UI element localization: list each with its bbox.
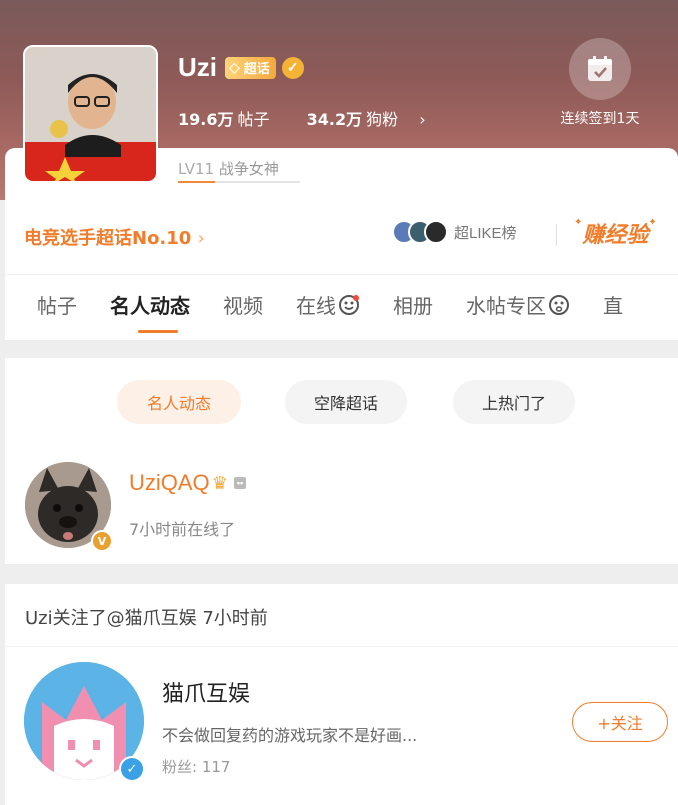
topic-stats: 19.6万 帖子 34.2万 狗粉 ›	[178, 106, 458, 130]
level-code: LV11	[178, 160, 215, 178]
verified-icon: V	[91, 530, 113, 552]
followed-account-fans: 粉丝: 117	[162, 756, 230, 777]
fans-count: 117	[201, 758, 231, 776]
filter-chip-airdrop[interactable]: 空降超话	[285, 380, 407, 424]
avatar-image	[25, 47, 156, 181]
divider	[556, 224, 557, 246]
checkin-label: 连续签到1天	[560, 111, 640, 127]
level-title: 战争女神	[218, 160, 279, 178]
chaohua-badge[interactable]: ◇ 超话	[225, 56, 276, 79]
tab-water-posts-label: 水帖专区	[466, 294, 546, 318]
verified-mark: V	[93, 532, 111, 550]
earn-exp-label: 赚经验	[582, 223, 649, 248]
tab-album[interactable]: 相册	[393, 290, 433, 330]
verified-icon: ✓	[119, 756, 145, 782]
divider	[5, 274, 678, 275]
fans-count: 34.2万	[306, 110, 363, 129]
verified-icon: ✓	[281, 56, 304, 79]
rank-link[interactable]: 电竞选手超话No.10 ›	[24, 224, 205, 250]
tab-celebrity-updates[interactable]: 名人动态	[110, 290, 190, 333]
posts-stat[interactable]: 19.6万 帖子	[178, 110, 286, 129]
followed-account-description: 不会做回复药的游戏玩家不是好画...	[162, 726, 418, 745]
diamond-icon: ◇	[229, 59, 240, 75]
filter-chip-celebrity-updates[interactable]: 名人动态	[117, 380, 241, 424]
tab-more[interactable]: 直	[603, 290, 623, 330]
tab-videos[interactable]: 视频	[223, 290, 263, 330]
rank-label: 电竞选手超话No.10	[24, 228, 192, 249]
celebrity-updates-section: 名人动态 空降超话 上热门了 V UziQAQ ♛ ▪▪ 7小时前在线了	[5, 358, 678, 564]
celebrity-name: UziQAQ	[129, 470, 210, 495]
checkin-button[interactable]: 连续签到1天	[550, 38, 650, 128]
chevron-right-icon: ›	[197, 228, 205, 249]
sad-emoji-icon	[548, 294, 570, 316]
fans-label: 粉丝:	[162, 758, 198, 776]
level-progress-fill	[178, 181, 215, 183]
celebrity-status: 7小时前在线了	[129, 520, 236, 539]
tab-online[interactable]: 在线	[296, 290, 360, 330]
crown-icon: ♛	[211, 472, 228, 493]
verified-check-icon: ✓	[121, 758, 143, 780]
tab-water-posts[interactable]: 水帖专区	[466, 290, 570, 330]
level-info[interactable]: LV11 战争女神	[178, 158, 279, 179]
follow-activity-section: Uzi关注了@猫爪互娱 7小时前 ✓ 猫爪互娱 不会做回复药的游戏玩家不是好画.…	[5, 584, 678, 805]
tab-online-label: 在线	[296, 294, 336, 318]
topic-title: Uzi ◇ 超话 ✓	[178, 52, 304, 83]
level-tag-icon: ▪▪	[233, 477, 247, 489]
posts-count: 19.6万	[178, 110, 234, 129]
follow-button[interactable]: +关注	[572, 702, 668, 742]
posts-label: 帖子	[237, 110, 270, 129]
smiley-emoji-icon	[338, 294, 360, 316]
topic-tabs: 帖子 名人动态 视频 在线 相册 水帖专区 直	[5, 290, 678, 333]
filter-chip-trending[interactable]: 上热门了	[453, 380, 575, 424]
chaohua-badge-label: 超话	[243, 61, 270, 76]
super-like-label: 超LIKE榜	[454, 224, 517, 242]
divider	[5, 646, 678, 647]
earn-exp-button[interactable]: ✦赚经验✦	[574, 217, 657, 249]
fans-label: 狗粉	[366, 110, 399, 129]
sparkle-icon: ✦	[648, 217, 657, 228]
level-progress-bar	[178, 181, 300, 183]
topic-name: Uzi	[178, 52, 217, 82]
followed-account-name[interactable]: 猫爪互娱	[162, 676, 250, 708]
super-topic-avatar[interactable]	[23, 45, 158, 183]
super-like-ranking[interactable]: 超LIKE榜	[392, 220, 517, 244]
filter-chips: 名人动态 空降超话 上热门了	[5, 380, 678, 424]
like-avatar-3	[424, 220, 448, 244]
activity-text: Uzi关注了@猫爪互娱 7小时前	[25, 608, 268, 629]
chevron-right-icon: ›	[419, 110, 426, 129]
celebrity-name-row[interactable]: UziQAQ ♛ ▪▪	[129, 470, 247, 496]
tab-posts[interactable]: 帖子	[37, 290, 77, 330]
fans-stat[interactable]: 34.2万 狗粉 ›	[307, 110, 442, 129]
calendar-icon	[569, 38, 631, 100]
